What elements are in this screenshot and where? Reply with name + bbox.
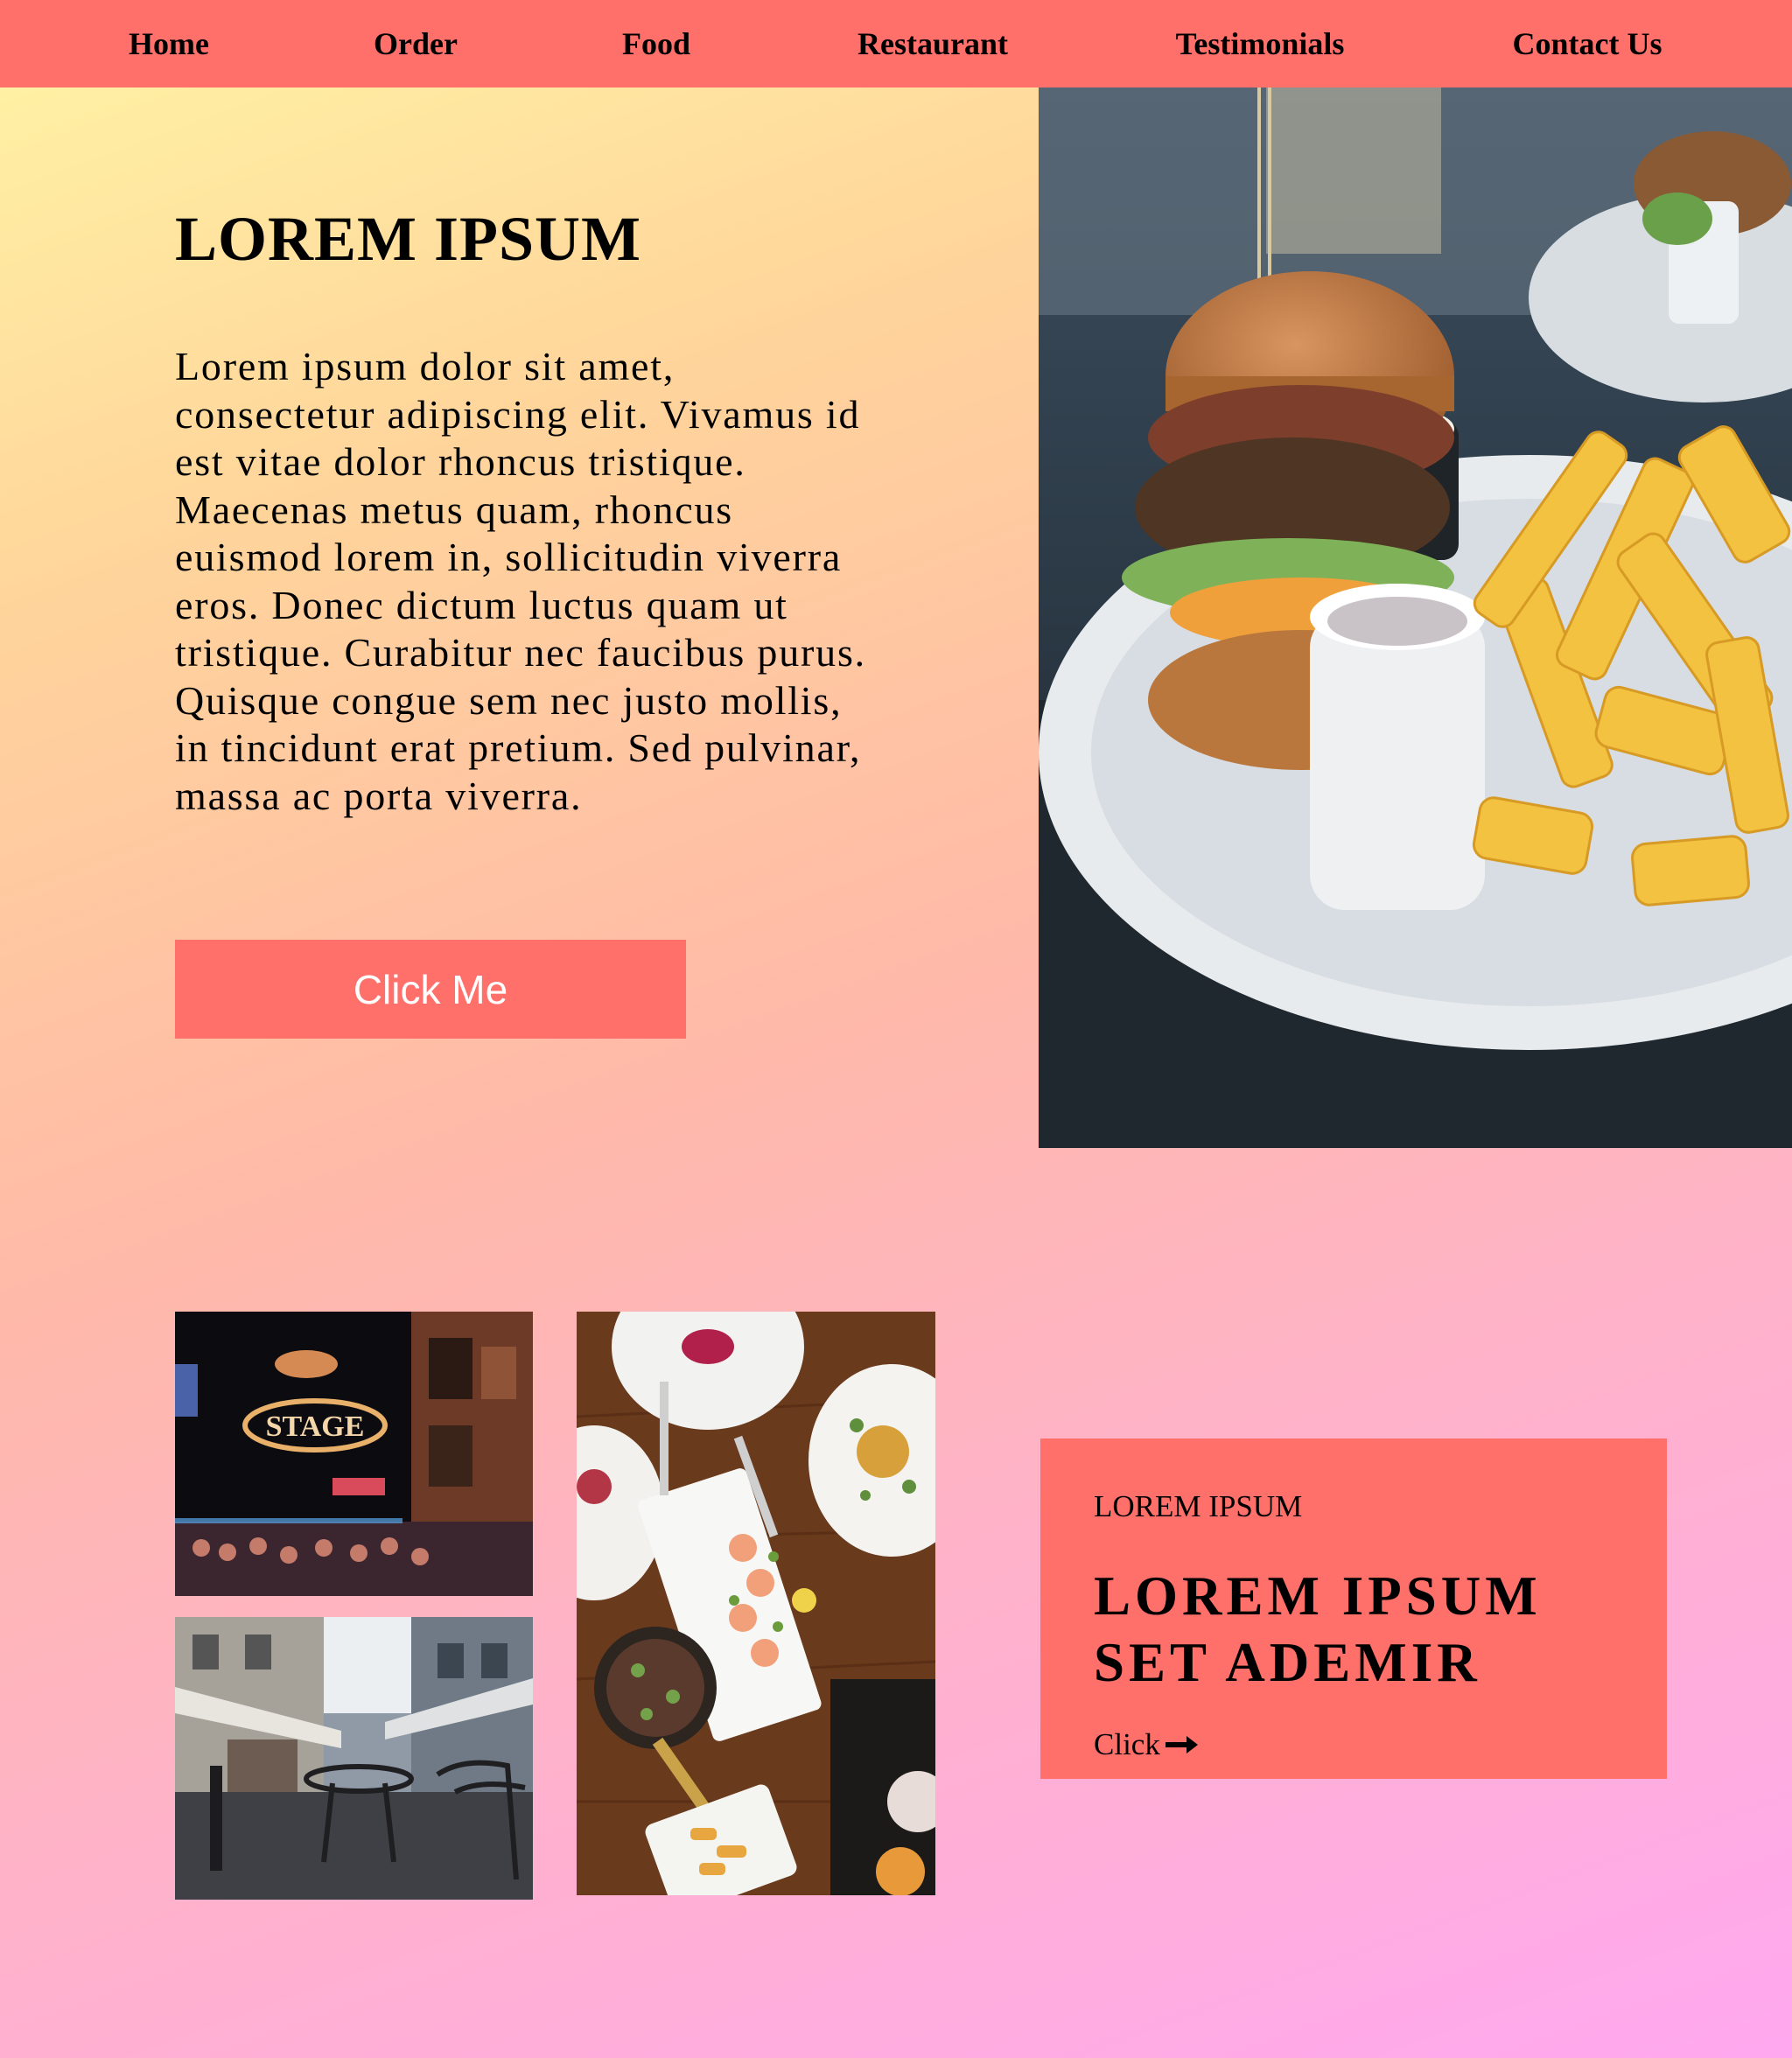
feature-card: LOREM IPSUM LOREM IPSUM SET ADEMIR Click (1040, 1438, 1667, 1779)
card-click-link[interactable]: Click (1094, 1727, 1199, 1762)
hero-title: LOREM IPSUM (175, 204, 641, 274)
nav-home[interactable]: Home (129, 0, 209, 88)
nav-testimonials[interactable]: Testimonials (1176, 0, 1345, 88)
burger-fries-image (1039, 88, 1792, 1148)
svg-text:STAGE: STAGE (266, 1410, 365, 1443)
card-title-line-1: LOREM IPSUM (1094, 1565, 1542, 1627)
card-link-label: Click (1094, 1727, 1160, 1761)
nav-contact-us[interactable]: Contact Us (1513, 0, 1662, 88)
hero-paragraph: Lorem ipsum dolor sit amet, consectetur … (175, 344, 866, 818)
card-eyebrow: LOREM IPSUM (1094, 1489, 1303, 1523)
neon-street-image: STAGE (175, 1312, 533, 1596)
dishes-table-image (577, 1312, 935, 1895)
nav-order[interactable]: Order (374, 0, 458, 88)
card-title: LOREM IPSUM SET ADEMIR (1094, 1563, 1542, 1696)
nav-restaurant[interactable]: Restaurant (858, 0, 1008, 88)
navbar: Home Order Food Restaurant Testimonials … (0, 0, 1792, 88)
nav-food[interactable]: Food (622, 0, 690, 88)
card-title-line-2: SET ADEMIR (1094, 1632, 1481, 1693)
arrow-right-icon (1165, 1736, 1198, 1754)
street-cafe-image (175, 1617, 533, 1900)
click-me-button[interactable]: Click Me (175, 940, 686, 1039)
